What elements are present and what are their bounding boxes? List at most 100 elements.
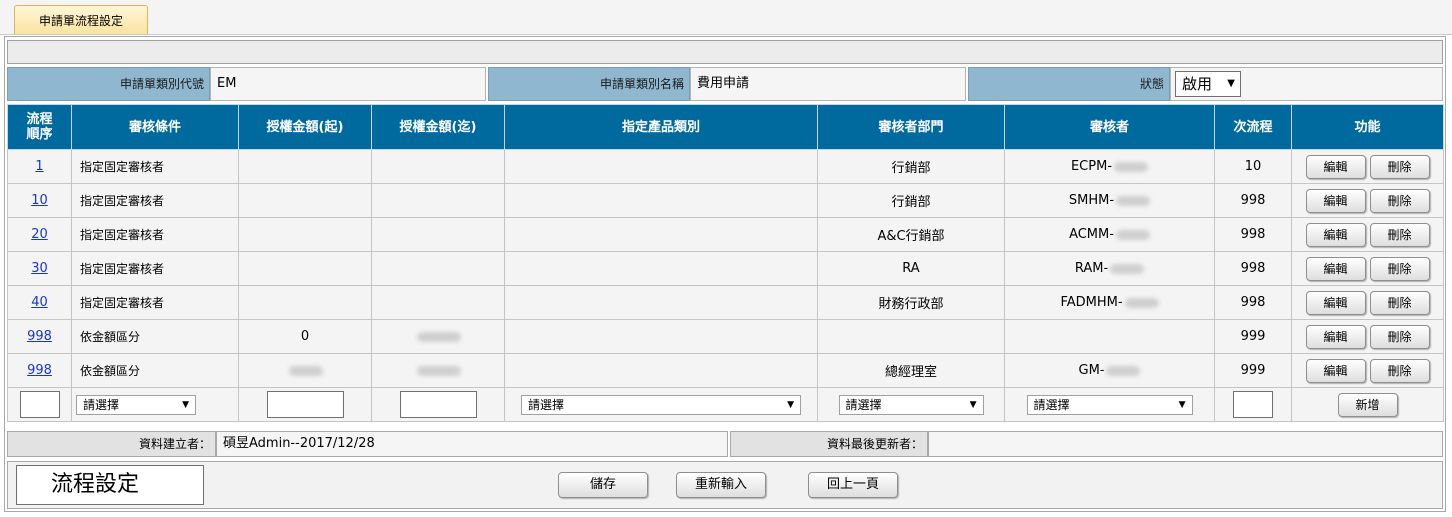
product-cell — [504, 149, 818, 184]
delete-button[interactable]: 刪除 — [1369, 256, 1430, 281]
delete-button[interactable]: 刪除 — [1369, 290, 1430, 315]
product-cell — [504, 183, 818, 218]
dept-cell: 行銷部 — [817, 183, 1005, 218]
reviewer-cell — [1004, 319, 1215, 354]
delete-button[interactable]: 刪除 — [1369, 222, 1430, 247]
new-row: 請選擇 ▼ 請選擇 ▼ 請選擇 ▼ 請選擇 ▼ 新增 — [7, 387, 1444, 422]
status-select-value: 啟用 — [1182, 75, 1213, 93]
next-flow-input[interactable] — [1233, 391, 1273, 418]
save-button[interactable]: 儲存 — [558, 472, 648, 498]
seq-link[interactable]: 10 — [31, 193, 48, 208]
updater-label: 資料最後更新者： — [730, 431, 928, 457]
meta-row: 資料建立者： 碩昱Admin--2017/12/28 資料最後更新者： — [7, 431, 1443, 457]
dept-select-value: 請選擇 — [845, 397, 882, 412]
product-select[interactable]: 請選擇 ▼ — [521, 394, 801, 415]
delete-button[interactable]: 刪除 — [1369, 324, 1430, 349]
dept-cell: 總經理室 — [817, 353, 1005, 388]
reviewer-cell: ACMM- — [1004, 217, 1215, 252]
amount-from-cell — [238, 285, 372, 320]
condition-cell: 指定固定審核者 — [71, 183, 239, 218]
col-actions-header: 功能 — [1291, 104, 1444, 150]
reviewer-cell: RAM- — [1004, 251, 1215, 286]
condition-cell: 指定固定審核者 — [71, 285, 239, 320]
code-value: EM — [210, 67, 486, 101]
seq-link[interactable]: 998 — [27, 329, 52, 344]
dept-cell: 財務行政部 — [817, 285, 1005, 320]
reviewer-value: ECPM- — [1070, 159, 1113, 174]
add-button[interactable]: 新增 — [1337, 392, 1398, 417]
edit-button[interactable]: 編輯 — [1305, 256, 1366, 281]
condition-select[interactable]: 請選擇 ▼ — [76, 394, 196, 415]
condition-select-value: 請選擇 — [83, 397, 120, 412]
tab-flow-settings[interactable]: 申請單流程設定 — [14, 5, 148, 34]
seq-link[interactable]: 30 — [31, 261, 48, 276]
edit-button[interactable]: 編輯 — [1305, 222, 1366, 247]
back-button[interactable]: 回上一頁 — [808, 472, 898, 498]
amount-to-cell — [371, 353, 505, 388]
new-to-cell — [371, 387, 505, 422]
flow-table: 流程 順序 審核條件 授權金額(起) 授權金額(迄) 指定產品類別 審核者部門 審核者 次流程… — [7, 104, 1444, 422]
delete-button[interactable]: 刪除 — [1369, 154, 1430, 179]
edit-button[interactable]: 編輯 — [1305, 154, 1366, 179]
flow-table-wrap: 流程 順序 審核條件 授權金額(起) 授權金額(迄) 指定產品類別 審核者部門 審核者 次流程… — [7, 104, 1444, 422]
reviewer-cell: ECPM- — [1004, 149, 1215, 184]
seq-cell: 998 — [7, 353, 72, 388]
amount-to-cell — [371, 183, 505, 218]
seq-cell: 20 — [7, 217, 72, 252]
amount-to-cell — [371, 149, 505, 184]
product-cell — [504, 319, 818, 354]
dept-cell: A&C行銷部 — [817, 217, 1005, 252]
amount-from-input[interactable] — [266, 391, 344, 418]
delete-button[interactable]: 刪除 — [1369, 358, 1430, 383]
amount-from-cell — [238, 217, 372, 252]
new-seq-input[interactable] — [19, 391, 60, 418]
amount-from-value: 0 — [300, 329, 310, 344]
seq-link[interactable]: 40 — [31, 295, 48, 310]
seq-link[interactable]: 20 — [31, 227, 48, 242]
redacted-blur — [1114, 161, 1149, 172]
reset-button[interactable]: 重新輸入 — [676, 472, 766, 498]
delete-button[interactable]: 刪除 — [1369, 188, 1430, 213]
actions-cell: 編輯 刪除 — [1291, 149, 1444, 184]
amount-from-cell — [238, 183, 372, 218]
reviewer-cell: GM- — [1004, 353, 1215, 388]
chevron-down-icon: ▼ — [787, 399, 794, 410]
amount-to-input[interactable] — [399, 391, 477, 418]
toolbar-blank — [7, 40, 1443, 64]
table-row: 10 指定固定審核者 行銷部 SMHM- 998 編輯 刪除 — [7, 183, 1444, 218]
amount-to-cell — [371, 251, 505, 286]
dept-select[interactable]: 請選擇 ▼ — [838, 394, 984, 415]
new-condition-cell: 請選擇 ▼ — [71, 387, 239, 422]
edit-button[interactable]: 編輯 — [1305, 290, 1366, 315]
new-product-cell: 請選擇 ▼ — [504, 387, 818, 422]
seq-link[interactable]: 1 — [35, 159, 43, 174]
edit-button[interactable]: 編輯 — [1305, 188, 1366, 213]
col-product-header: 指定產品類別 — [504, 104, 818, 150]
status-select[interactable]: 啟用 ▼ — [1175, 71, 1241, 97]
reviewer-select-value: 請選擇 — [1033, 397, 1070, 412]
col-next-flow-header: 次流程 — [1214, 104, 1292, 150]
reviewer-select[interactable]: 請選擇 ▼ — [1026, 394, 1193, 415]
seq-link[interactable]: 998 — [27, 363, 52, 378]
dept-cell: 行銷部 — [817, 149, 1005, 184]
chevron-down-icon: ▼ — [1227, 78, 1235, 89]
amount-to-cell — [371, 217, 505, 252]
table-row: 30 指定固定審核者 RA RAM- 998 編輯 刪除 — [7, 251, 1444, 286]
redacted-blur — [1116, 195, 1151, 206]
edit-button[interactable]: 編輯 — [1305, 324, 1366, 349]
next-flow-cell: 999 — [1214, 319, 1292, 354]
seq-cell: 1 — [7, 149, 72, 184]
reviewer-value: ACMM- — [1069, 227, 1114, 242]
next-flow-cell: 10 — [1214, 149, 1292, 184]
actions-cell: 編輯 刪除 — [1291, 319, 1444, 354]
new-seq-cell — [7, 387, 72, 422]
reviewer-value: FADMHM- — [1060, 295, 1123, 310]
next-flow-cell: 998 — [1214, 183, 1292, 218]
col-condition-header: 審核條件 — [71, 104, 239, 150]
edit-button[interactable]: 編輯 — [1305, 358, 1366, 383]
amount-from-cell — [238, 149, 372, 184]
col-dept-header: 審核者部門 — [817, 104, 1005, 150]
condition-cell: 指定固定審核者 — [71, 217, 239, 252]
creator-label: 資料建立者： — [7, 431, 216, 457]
new-action-cell: 新增 — [1291, 387, 1444, 422]
